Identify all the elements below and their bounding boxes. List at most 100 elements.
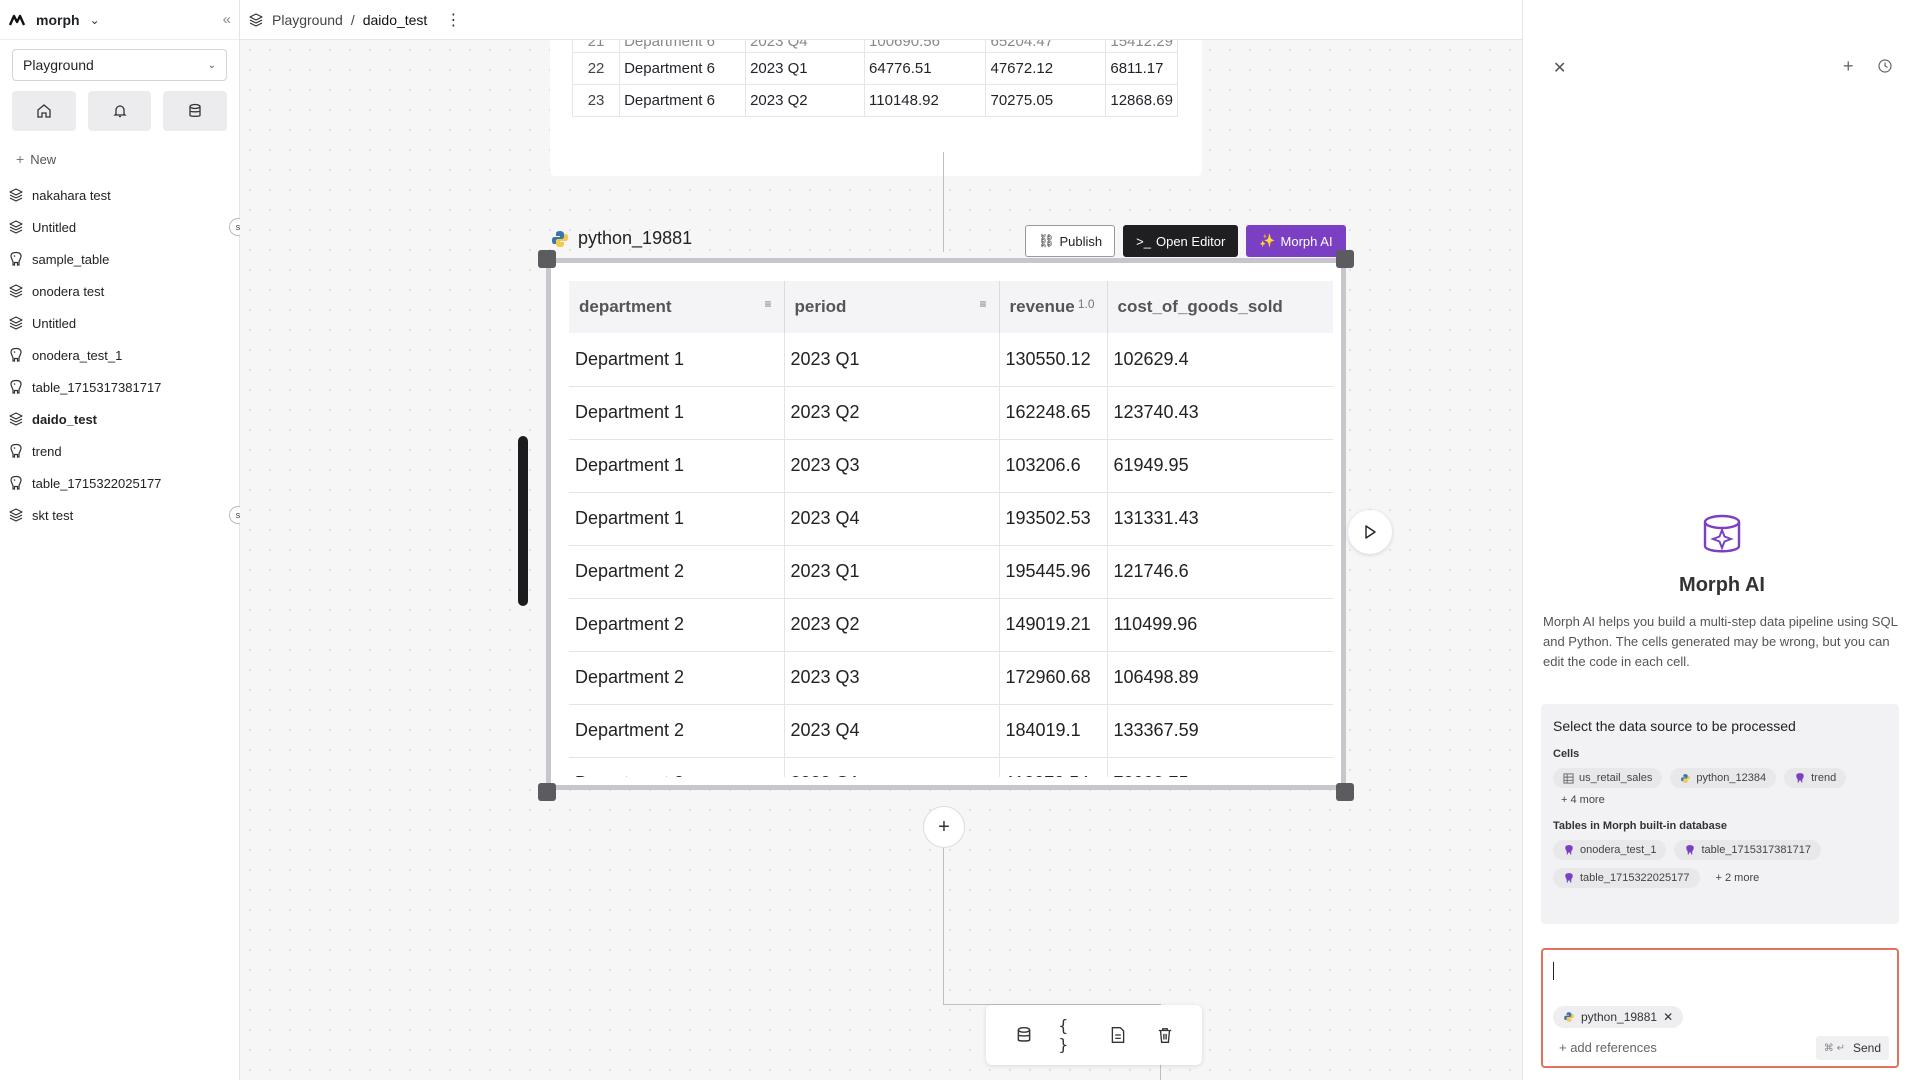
add-references-button[interactable]: + add references	[1559, 1040, 1657, 1055]
add-cell-button[interactable]: +	[923, 806, 965, 848]
breadcrumb-current[interactable]: daido_test	[363, 12, 428, 28]
column-header-department[interactable]: department ≡	[569, 281, 785, 333]
publish-button[interactable]: ⛓ Publish	[1025, 225, 1116, 257]
open-editor-button[interactable]: >_ Open Editor	[1123, 225, 1239, 257]
table-cell[interactable]: Department 3	[569, 757, 785, 777]
resize-handle[interactable]	[1336, 250, 1354, 268]
table-cell[interactable]: Department 1	[569, 439, 785, 493]
table-cell[interactable]: 61949.95	[1107, 439, 1333, 493]
collapse-sidebar-icon[interactable]: «	[223, 11, 231, 28]
sidebar-item[interactable]: Untitled s	[0, 211, 247, 243]
delete-button[interactable]	[1153, 1023, 1177, 1047]
sidebar-item[interactable]: Untitled	[0, 307, 239, 339]
sidebar-item[interactable]: trend	[0, 435, 239, 467]
home-button[interactable]	[12, 91, 76, 131]
table-cell[interactable]: 2023 Q1	[784, 757, 1000, 777]
remove-reference-icon[interactable]: ✕	[1663, 1010, 1673, 1024]
add-sql-cell-button[interactable]	[1012, 1023, 1036, 1047]
table-cell[interactable]: Department 1	[569, 492, 785, 546]
table-cell[interactable]: 149019.21	[999, 598, 1108, 652]
sidebar-item[interactable]: sample_table	[0, 243, 239, 275]
table-cell[interactable]: 2023 Q3	[784, 651, 1000, 705]
run-cell-button[interactable]	[1348, 510, 1392, 554]
resize-handle[interactable]	[538, 250, 556, 268]
app-name[interactable]: morph	[36, 12, 80, 28]
data-source-chip[interactable]: onodera_test_1	[1553, 840, 1667, 860]
resize-handle[interactable]	[1336, 783, 1354, 801]
python-cell[interactable]: department ≡ period ≡ revenue 1.0 cost_of_g…	[546, 258, 1346, 790]
sidebar-item[interactable]: skt test s	[0, 499, 247, 531]
history-icon[interactable]	[1877, 58, 1893, 74]
sidebar-item[interactable]: onodera_test_1	[0, 339, 239, 371]
table-cell[interactable]: 2023 Q1	[784, 545, 1000, 599]
table-cell[interactable]: 102629.4	[1107, 333, 1333, 387]
table-cell[interactable]: 70998.75	[1107, 757, 1333, 777]
vertical-scrollbar[interactable]	[518, 436, 528, 606]
add-code-cell-button[interactable]: { }	[1059, 1016, 1083, 1054]
table-cell[interactable]: 162248.65	[999, 386, 1108, 440]
table-row[interactable]: Department 1 2023 Q2 162248.65 123740.43	[569, 386, 1333, 440]
table-cell[interactable]: 121746.6	[1107, 545, 1333, 599]
table-cell[interactable]: 184019.1	[999, 704, 1108, 758]
table-cell[interactable]: Department 2	[569, 545, 785, 599]
table-cell[interactable]: 131331.43	[1107, 492, 1333, 546]
table-cell[interactable]: 106498.89	[1107, 651, 1333, 705]
table-row[interactable]: Department 1 2023 Q4 193502.53 131331.43	[569, 492, 1333, 546]
table-row[interactable]: Department 32023 Q1112970.5470998.75	[569, 757, 1333, 777]
sidebar-item[interactable]: onodera test	[0, 275, 239, 307]
close-icon[interactable]: ✕	[1553, 58, 1566, 78]
data-source-chip[interactable]: table_1715322025177	[1553, 868, 1700, 888]
add-document-cell-button[interactable]	[1106, 1023, 1130, 1047]
table-row[interactable]: Department 2 2023 Q2 149019.21 110499.96	[569, 598, 1333, 652]
table-cell[interactable]: Department 1	[569, 333, 785, 387]
table-row[interactable]: Department 2 2023 Q4 184019.1 133367.59	[569, 704, 1333, 758]
send-button[interactable]: ⌘ ↵ Send	[1815, 1036, 1889, 1060]
new-chat-icon[interactable]: +	[1843, 56, 1854, 77]
table-cell[interactable]: 2023 Q4	[784, 492, 1000, 546]
table-cell[interactable]: 172960.68	[999, 651, 1108, 705]
table-cell[interactable]: 112970.54	[999, 757, 1108, 777]
resize-handle[interactable]	[538, 783, 556, 801]
data-source-chip[interactable]: python_12384	[1670, 768, 1777, 788]
column-header-revenue[interactable]: revenue 1.0	[999, 281, 1108, 333]
new-item-button[interactable]: + New	[16, 151, 239, 167]
table-cell[interactable]: 2023 Q3	[784, 439, 1000, 493]
sidebar-item[interactable]: table_1715317381717	[0, 371, 239, 403]
table-cell[interactable]: Department 2	[569, 704, 785, 758]
breadcrumb-parent[interactable]: Playground	[272, 12, 343, 28]
data-source-chip[interactable]: trend	[1784, 768, 1847, 788]
database-button[interactable]	[163, 91, 228, 131]
table-cell[interactable]: Department 2	[569, 598, 785, 652]
table-cell[interactable]: 195445.96	[999, 545, 1108, 599]
table-cell[interactable]: Department 2	[569, 651, 785, 705]
data-source-chip[interactable]: table_1715317381717	[1674, 840, 1821, 860]
table-cell[interactable]: 103206.6	[999, 439, 1108, 493]
table-cell[interactable]: 123740.43	[1107, 386, 1333, 440]
table-cell[interactable]: 133367.59	[1107, 704, 1333, 758]
column-header-period[interactable]: period ≡	[784, 281, 1000, 333]
sidebar-item[interactable]: daido_test	[0, 403, 239, 435]
table-cell[interactable]: 2023 Q2	[784, 386, 1000, 440]
table-row[interactable]: Department 1 2023 Q1 130550.12 102629.4	[569, 333, 1333, 387]
more-options-icon[interactable]: ⋮	[445, 10, 461, 30]
sidebar-item[interactable]: nakahara test	[0, 179, 239, 211]
canvas[interactable]: 21 Department 6 2023 Q4 100690.56 65204.47 15…	[240, 40, 1522, 1080]
table-cell[interactable]: 2023 Q2	[784, 598, 1000, 652]
result-table[interactable]: department ≡ period ≡ revenue 1.0 cost_of_g…	[569, 281, 1333, 777]
table-cell[interactable]: 130550.12	[999, 333, 1108, 387]
chevron-down-icon[interactable]: ⌄	[90, 13, 100, 27]
reference-chip[interactable]: python_19881 ✕	[1553, 1006, 1684, 1028]
table-row[interactable]: Department 2 2023 Q3 172960.68 106498.89	[569, 651, 1333, 705]
notifications-button[interactable]	[87, 91, 152, 131]
sidebar-item[interactable]: table_1715322025177	[0, 467, 239, 499]
column-header-cost-of-goods-sold[interactable]: cost_of_goods_sold	[1107, 281, 1333, 333]
cell-name[interactable]: python_19881	[578, 228, 692, 249]
ai-prompt-input[interactable]: python_19881 ✕ + add references ⌘ ↵ Send	[1541, 948, 1899, 1068]
table-cell[interactable]: 2023 Q4	[784, 704, 1000, 758]
workspace-select[interactable]: Playground ⌄	[12, 49, 227, 81]
table-cell[interactable]: 193502.53	[999, 492, 1108, 546]
table-row[interactable]: Department 2 2023 Q1 195445.96 121746.6	[569, 545, 1333, 599]
data-source-chip[interactable]: us_retail_sales	[1553, 768, 1663, 788]
morph-ai-button[interactable]: ✨ Morph AI	[1246, 225, 1346, 257]
tables-more-link[interactable]: + 2 more	[1708, 872, 1768, 884]
